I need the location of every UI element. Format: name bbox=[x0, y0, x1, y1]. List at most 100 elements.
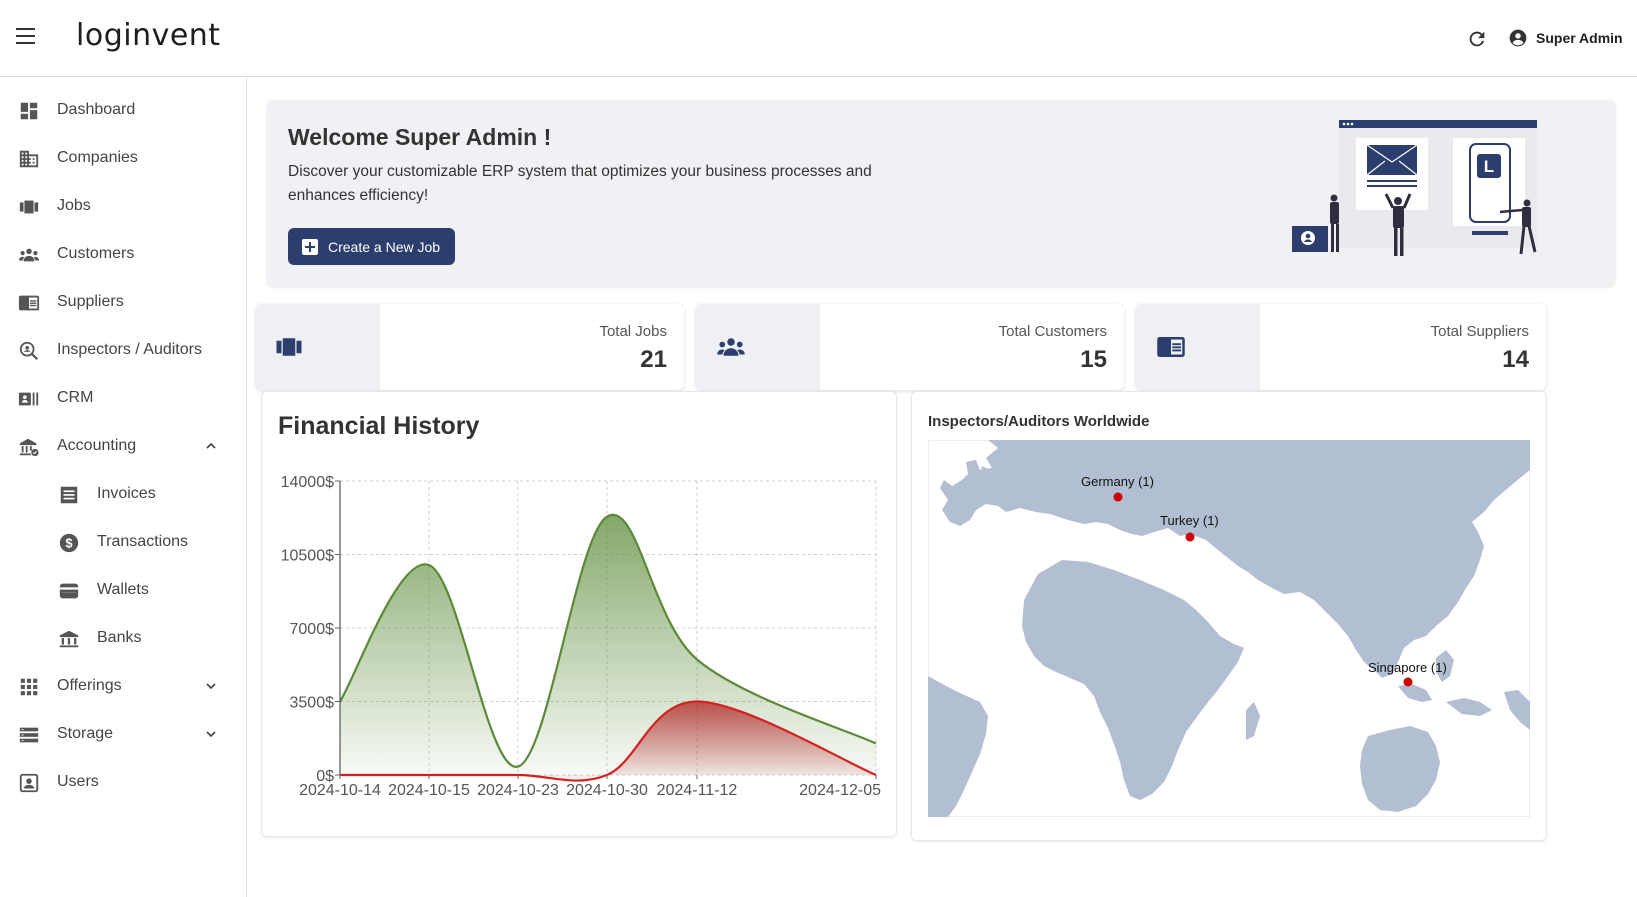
stat-value: 15 bbox=[1080, 346, 1107, 373]
bank-icon bbox=[59, 630, 79, 648]
sidebar-item-transactions[interactable]: $ Transactions bbox=[0, 522, 246, 562]
svg-text:L: L bbox=[1484, 157, 1494, 176]
stat-card-total-customers: Total Customers 15 bbox=[696, 304, 1124, 390]
plus-icon bbox=[302, 238, 318, 255]
chevron-down-icon[interactable] bbox=[203, 678, 219, 694]
refresh-icon[interactable] bbox=[1466, 28, 1488, 50]
create-job-label: Create a New Job bbox=[328, 238, 441, 255]
stat-value: 14 bbox=[1502, 346, 1529, 373]
wallet-icon bbox=[59, 583, 79, 599]
grid-icon bbox=[20, 678, 38, 696]
sidebar-item-label: Suppliers bbox=[57, 293, 124, 310]
world-map[interactable]: Germany (1) Turkey (1) Singapore (1) bbox=[928, 440, 1530, 817]
create-job-button[interactable]: Create a New Job bbox=[288, 228, 455, 265]
sidebar-item-label: Invoices bbox=[97, 485, 156, 502]
sidebar-item-label: Transactions bbox=[97, 533, 188, 550]
sidebar-item-label: Dashboard bbox=[57, 101, 136, 118]
sidebar: Dashboard Companies Jobs Customers Suppl… bbox=[0, 78, 247, 897]
map-marker-label: Turkey (1) bbox=[1160, 513, 1219, 528]
financial-history-card: Financial History 0$ 3500$ 7000$ 10500$ 1400… bbox=[261, 391, 897, 837]
map-marker[interactable] bbox=[1403, 677, 1413, 687]
chevron-up-icon[interactable] bbox=[203, 438, 219, 454]
hamburger-menu-icon[interactable] bbox=[16, 28, 36, 46]
sidebar-item-customers[interactable]: Customers bbox=[0, 234, 246, 274]
sidebar-item-companies[interactable]: Companies bbox=[0, 138, 246, 178]
welcome-banner: Welcome Super Admin ! Discover your cust… bbox=[267, 100, 1615, 286]
x-tick-label: 2024-10-23 bbox=[477, 782, 559, 799]
building-icon bbox=[19, 150, 39, 168]
svg-text:$: $ bbox=[65, 536, 72, 551]
map-marker[interactable] bbox=[1113, 492, 1123, 502]
sidebar-item-dashboard[interactable]: Dashboard bbox=[0, 90, 246, 130]
inspector-icon bbox=[19, 341, 39, 361]
sidebar-item-label: Inspectors / Auditors bbox=[57, 341, 202, 358]
x-tick-label: 2024-12-05 bbox=[799, 782, 881, 799]
dashboard-icon bbox=[20, 102, 38, 120]
chevron-down-icon[interactable] bbox=[203, 726, 219, 742]
sidebar-item-label: Jobs bbox=[57, 197, 91, 214]
main-content: Welcome Super Admin ! Discover your cust… bbox=[247, 78, 1637, 897]
sidebar-item-label: Accounting bbox=[57, 437, 137, 454]
sidebar-item-label: Banks bbox=[97, 629, 142, 646]
accounting-icon bbox=[19, 438, 39, 457]
customers-icon bbox=[18, 248, 40, 262]
sidebar-item-label: Companies bbox=[57, 149, 138, 166]
x-tick-label: 2024-10-14 bbox=[299, 782, 381, 799]
sidebar-item-inspectors[interactable]: Inspectors / Auditors bbox=[0, 330, 246, 370]
x-tick-label: 2024-10-15 bbox=[388, 782, 470, 799]
stat-icon-box bbox=[256, 304, 380, 390]
stat-label: Total Suppliers bbox=[1430, 323, 1529, 340]
sidebar-item-jobs[interactable]: Jobs bbox=[0, 186, 246, 226]
suppliers-icon bbox=[1157, 337, 1185, 357]
app-logo[interactable]: loginvent bbox=[76, 18, 221, 53]
y-tick-label: 14000$ bbox=[281, 474, 334, 491]
sidebar-item-label: Customers bbox=[57, 245, 135, 262]
storage-icon bbox=[19, 727, 39, 743]
y-tick-label: 10500$ bbox=[281, 548, 334, 565]
sidebar-item-storage[interactable]: Storage bbox=[0, 714, 246, 754]
user-name: Super Admin bbox=[1536, 30, 1623, 46]
x-tick-label: 2024-11-12 bbox=[657, 782, 738, 799]
sidebar-item-banks[interactable]: Banks bbox=[0, 618, 246, 658]
sidebar-item-invoices[interactable]: Invoices bbox=[0, 474, 246, 514]
welcome-title: Welcome Super Admin ! bbox=[288, 124, 552, 150]
top-bar: loginvent Super Admin bbox=[0, 0, 1637, 77]
welcome-illustration: L bbox=[1292, 120, 1537, 256]
sidebar-item-label: Storage bbox=[57, 725, 114, 742]
sidebar-item-crm[interactable]: CRM bbox=[0, 378, 246, 418]
sidebar-item-label: Users bbox=[57, 773, 99, 790]
financial-history-chart: 0$3500$7000$10500$14000$2024-10-14 2024-1… bbox=[281, 474, 881, 799]
stat-icon-box bbox=[1136, 304, 1260, 390]
map-marker-label: Germany (1) bbox=[1081, 474, 1154, 489]
sidebar-item-offerings[interactable]: Offerings bbox=[0, 666, 246, 706]
user-menu[interactable]: Super Admin bbox=[1508, 28, 1623, 48]
stat-label: Total Customers bbox=[998, 323, 1107, 340]
stat-value: 21 bbox=[640, 346, 667, 373]
sidebar-item-suppliers[interactable]: Suppliers bbox=[0, 282, 246, 322]
map-marker-label: Singapore (1) bbox=[1368, 660, 1447, 675]
crm-icon bbox=[18, 392, 39, 406]
sidebar-item-accounting[interactable]: Accounting bbox=[0, 426, 246, 466]
map-marker[interactable] bbox=[1185, 532, 1195, 542]
account-circle-icon bbox=[1509, 29, 1527, 47]
y-tick-label: 3500$ bbox=[290, 695, 335, 712]
sidebar-item-users[interactable]: Users bbox=[0, 762, 246, 802]
stat-icon-box bbox=[696, 304, 820, 390]
welcome-text: Discover your customizable ERP system th… bbox=[288, 163, 872, 204]
customers-icon bbox=[717, 338, 745, 356]
stat-card-total-jobs: Total Jobs 21 bbox=[256, 304, 684, 390]
suppliers-icon bbox=[18, 295, 40, 311]
stat-label: Total Jobs bbox=[599, 323, 667, 340]
dollar-icon: $ bbox=[59, 533, 79, 553]
x-tick-label: 2024-10-30 bbox=[566, 782, 648, 799]
jobs-icon bbox=[19, 200, 39, 214]
map-title: Inspectors/Auditors Worldwide bbox=[928, 413, 1150, 430]
sidebar-item-label: Wallets bbox=[97, 581, 149, 598]
sidebar-item-wallets[interactable]: Wallets bbox=[0, 570, 246, 610]
jobs-icon bbox=[276, 338, 302, 356]
invoice-icon bbox=[60, 486, 78, 504]
stat-card-total-suppliers: Total Suppliers 14 bbox=[1136, 304, 1546, 390]
user-icon bbox=[19, 773, 39, 793]
sidebar-item-label: Offerings bbox=[57, 677, 122, 694]
sidebar-item-label: CRM bbox=[57, 389, 94, 406]
